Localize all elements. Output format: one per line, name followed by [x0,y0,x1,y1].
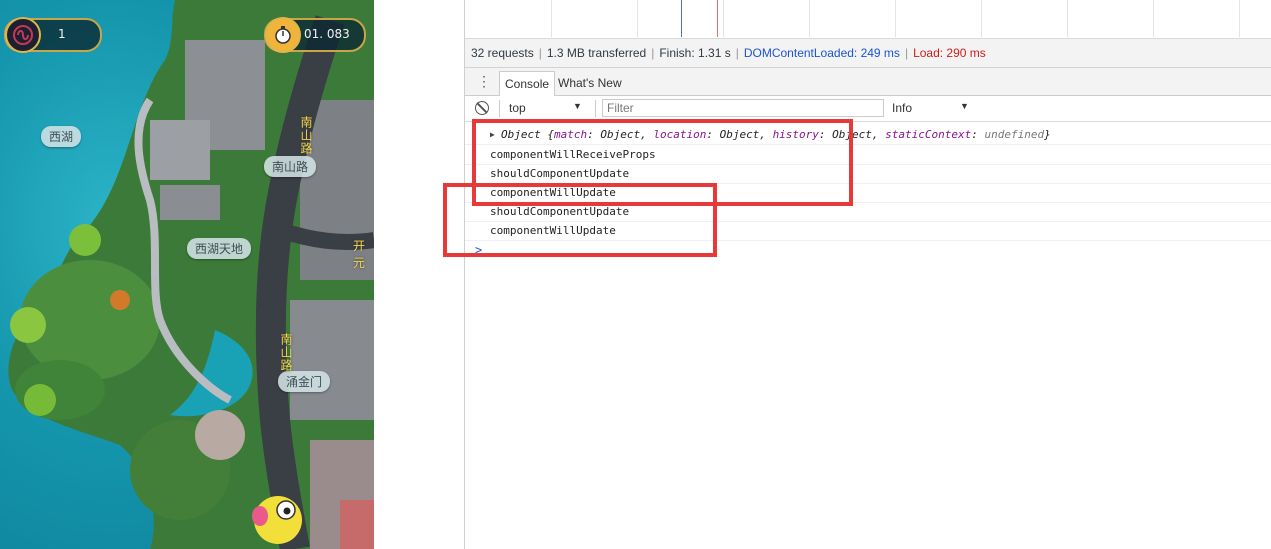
drawer-tab-bar: ⋮ Console What's New [465,68,1271,96]
console-message: shouldComponentUpdate [465,202,1271,222]
console-message-object[interactable]: ▶ Object {match: Object, location: Objec… [465,125,1271,145]
network-summary-bar: 32 requests | 1.3 MB transferred | Finish: 1… [465,39,1271,68]
tab-whats-new[interactable]: What's New [553,71,627,95]
dcl-time: DOMContentLoaded: 249 ms [743,46,900,60]
more-options-icon[interactable]: ⋮ [477,74,491,90]
road-label-nanshan-bottom: 南山路 [279,333,293,372]
game-map-panel[interactable]: 1 01. 083 西湖 南山路 西湖天地 涌金门 南山路 南山路 开元 [0,0,374,549]
map-label-yongjinmen[interactable]: 涌金门 [278,371,331,392]
tab-console[interactable]: Console [499,71,556,96]
island-map [8,0,374,549]
timer-value: 01. 083 [304,27,350,41]
clear-console-icon[interactable] [475,101,489,115]
console-message: componentWillUpdate [465,183,1271,203]
road-label-nanshan-top: 南山路 [299,116,313,155]
mascot-character-icon[interactable] [250,490,306,549]
stopwatch-icon [265,17,301,53]
player-badge-icon [5,17,41,53]
console-message: shouldComponentUpdate [465,164,1271,184]
score-display: 1 [4,17,102,53]
map-label-xihu[interactable]: 西湖 [41,126,82,147]
devtools-panel: 32 requests | 1.3 MB transferred | Finish: 1… [464,0,1271,549]
network-timeline-overview[interactable] [465,0,1271,39]
transferred-size: 1.3 MB transferred [546,46,647,60]
finish-time: Finish: 1.31 s [659,46,731,60]
context-dropdown-arrow-icon[interactable]: ▼ [573,101,582,111]
blank-gap [374,0,464,549]
score-value: 1 [58,27,66,41]
console-prompt[interactable]: > [475,243,482,257]
dcl-marker [681,0,682,37]
console-message: componentWillUpdate [465,221,1271,241]
context-selector[interactable]: top [509,101,526,115]
load-marker [717,0,718,37]
requests-count: 32 requests [471,46,534,60]
map-label-xihutiandi[interactable]: 西湖天地 [187,238,252,259]
filter-input[interactable] [602,99,884,117]
log-level-selector[interactable]: Info [892,101,912,115]
expand-triangle-icon[interactable]: ▶ [490,125,495,144]
timer-display: 01. 083 [264,17,366,53]
map-label-nanshanlu[interactable]: 南山路 [264,156,317,177]
console-message: componentWillReceiveProps [465,145,1271,165]
road-label-kaiyuan: 开元 [353,239,367,270]
load-time: Load: 290 ms [913,46,986,60]
level-dropdown-arrow-icon[interactable]: ▼ [960,101,969,111]
console-toolbar: top ▼ Info ▼ [465,96,1271,122]
